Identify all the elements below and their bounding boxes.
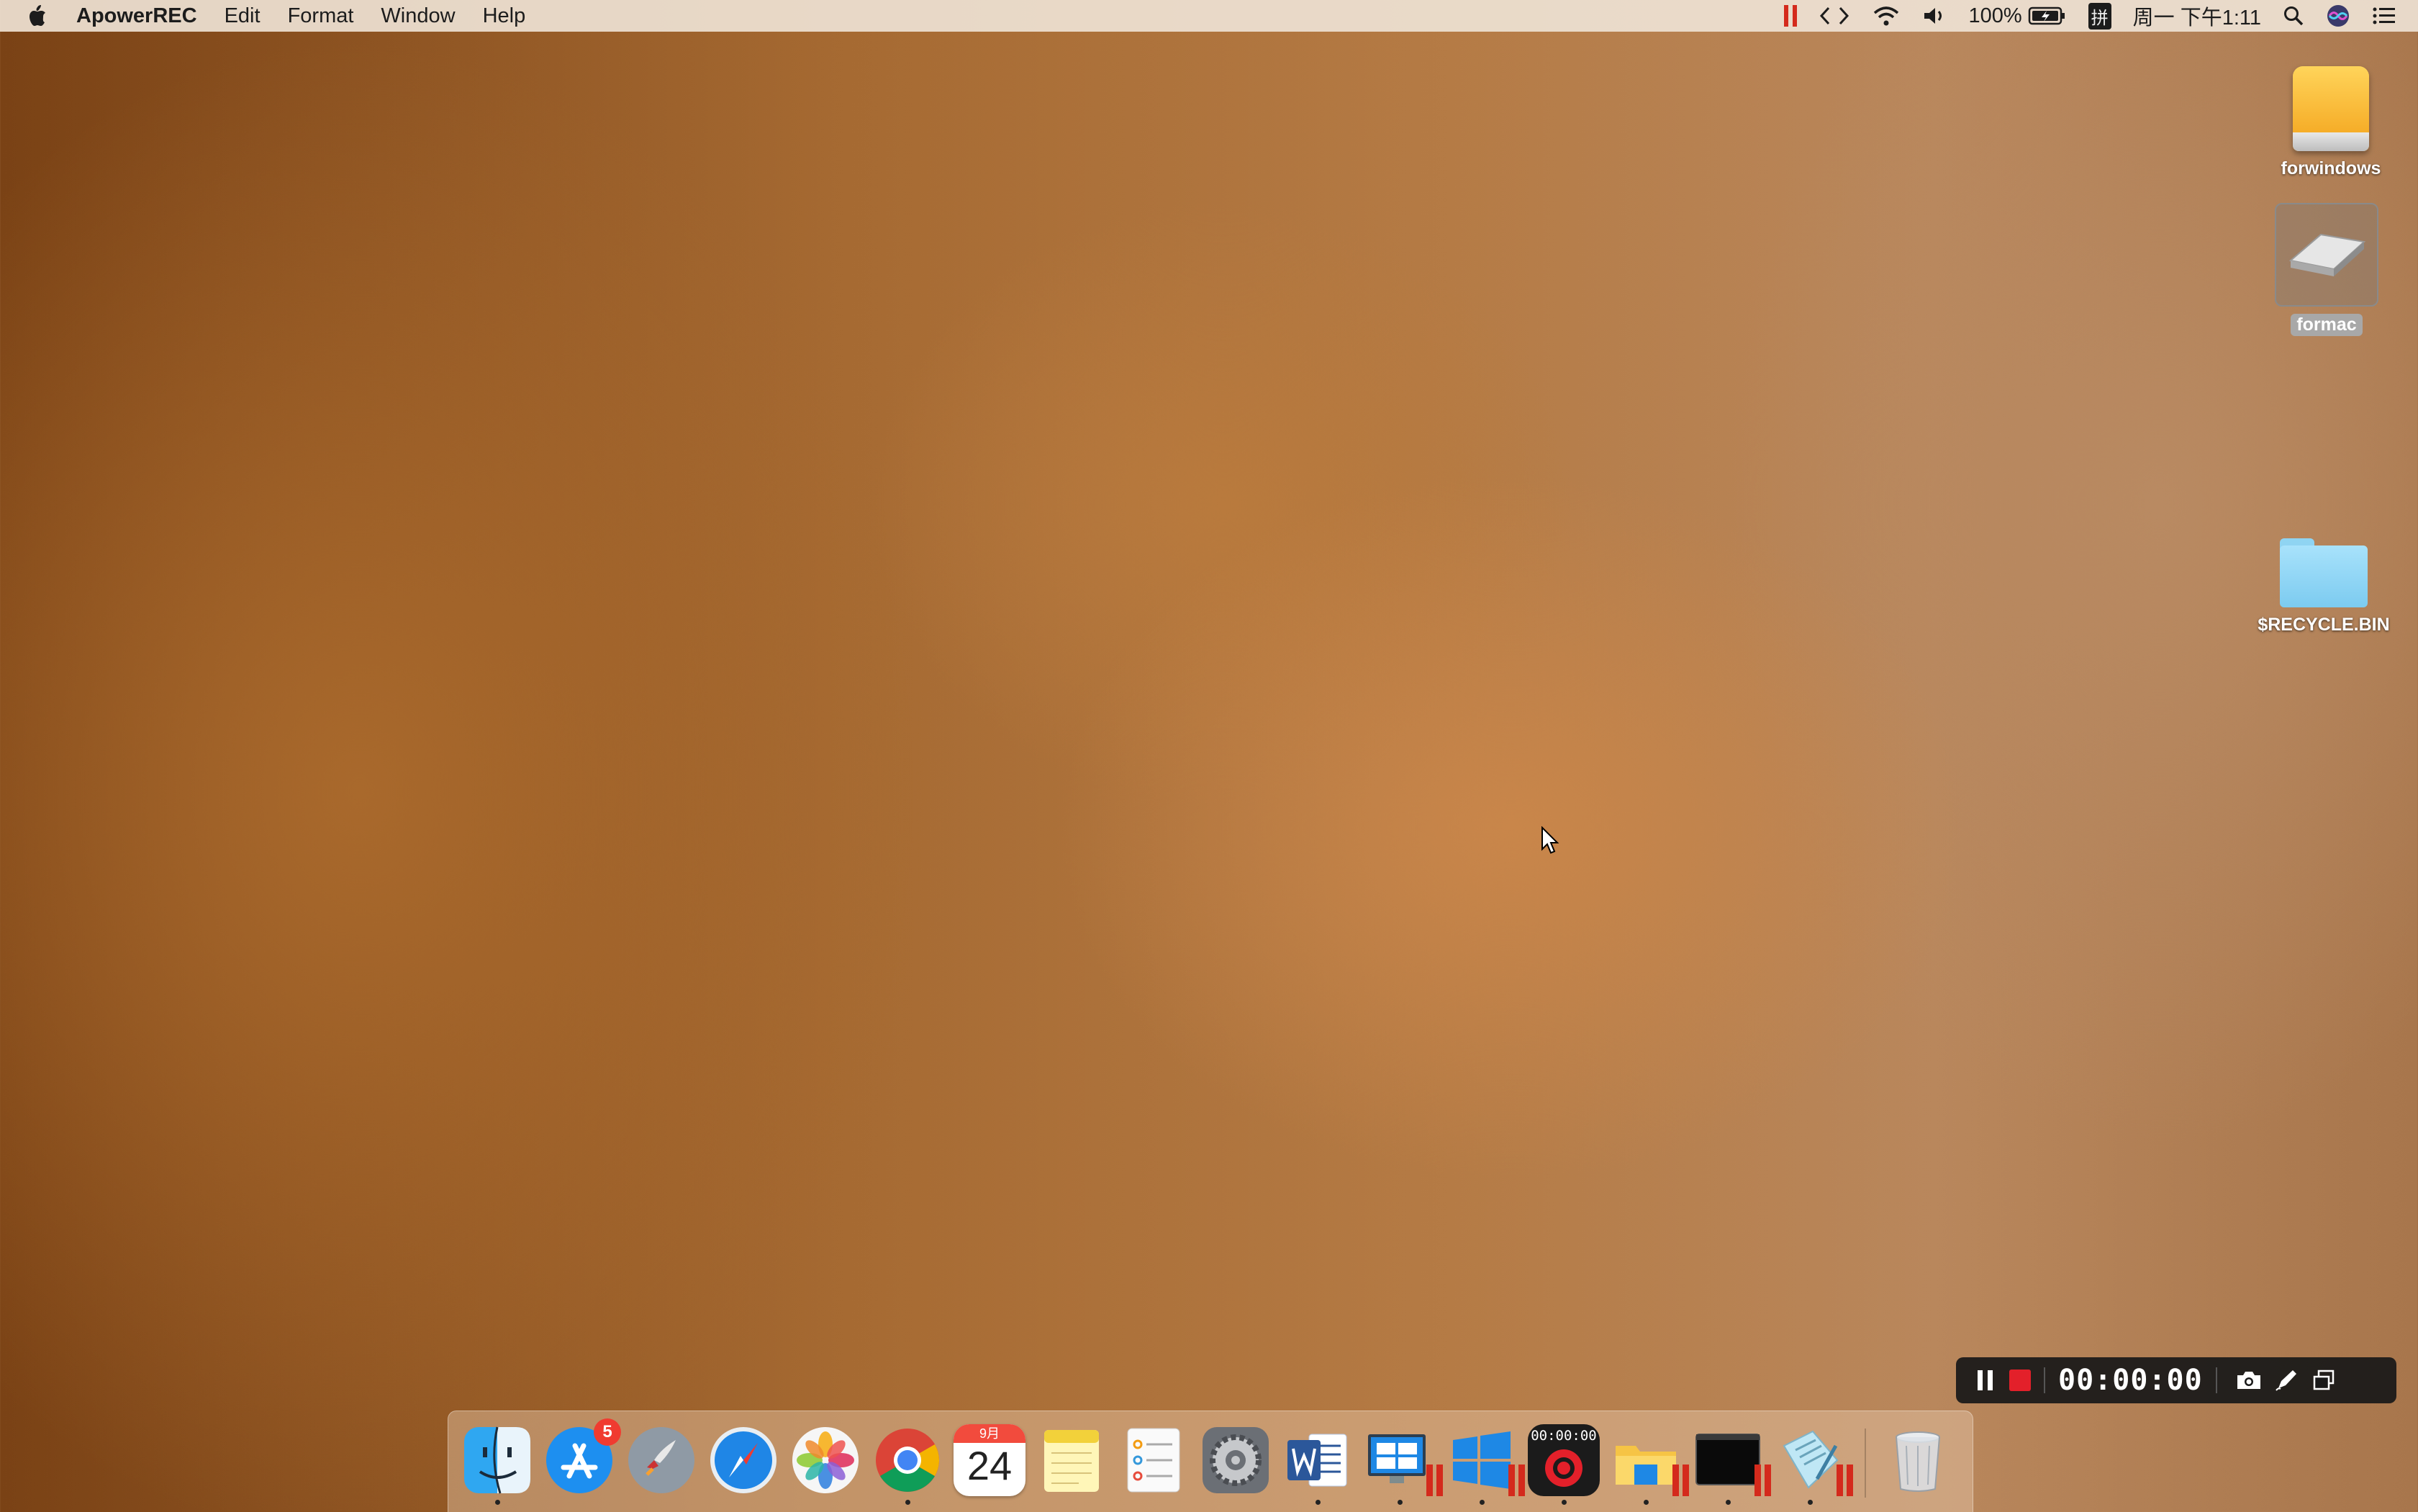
battery-percent: 100%	[1968, 4, 2022, 27]
safari-icon	[710, 1427, 776, 1493]
dock-notepad[interactable]	[1774, 1424, 1853, 1505]
dock-notes[interactable]	[1036, 1424, 1108, 1496]
menu-format[interactable]: Format	[288, 4, 354, 28]
dock-photos[interactable]	[789, 1424, 861, 1496]
selection-highlight	[2275, 203, 2378, 307]
menu-help[interactable]: Help	[483, 4, 526, 28]
recording-status-icon[interactable]	[1784, 5, 1798, 27]
calendar-month: 9月	[954, 1424, 1025, 1443]
clock[interactable]: 周一 下午1:11	[2133, 1, 2261, 31]
dock-launchpad[interactable]	[625, 1424, 697, 1496]
recording-timer: 00:00:00	[2058, 1364, 2203, 1397]
dock-system-preferences[interactable]	[1200, 1424, 1272, 1496]
photos-icon	[792, 1427, 859, 1493]
file-explorer-icon	[1616, 1446, 1676, 1485]
parallels-icon	[1672, 1465, 1689, 1496]
battery-icon[interactable]	[2028, 6, 2067, 26]
external-drive-icon	[2293, 66, 2369, 151]
launchpad-icon	[628, 1427, 694, 1493]
pen-icon	[2275, 1370, 2296, 1391]
dock-safari[interactable]	[707, 1424, 779, 1496]
recording-control-bar: 00:00:00	[1956, 1357, 2396, 1403]
apowerrec-dock-timer: 00:00:00	[1531, 1428, 1597, 1444]
desktop-icon-label: forwindows	[2281, 158, 2381, 178]
camera-icon	[2237, 1372, 2260, 1389]
notification-badge: 5	[594, 1418, 621, 1446]
parallels-icon	[1754, 1465, 1771, 1496]
dock-terminal[interactable]	[1692, 1424, 1771, 1505]
input-method-indicator[interactable]: 拼	[2088, 2, 2111, 30]
spotlight-search-icon[interactable]	[2283, 5, 2304, 27]
dock-chrome[interactable]	[871, 1424, 943, 1505]
dock-finder[interactable]	[461, 1424, 533, 1505]
dock-reminders[interactable]	[1118, 1424, 1190, 1496]
screenshot-button[interactable]	[2230, 1362, 2268, 1399]
windows-icon	[1453, 1431, 1511, 1489]
reminders-icon	[1127, 1428, 1180, 1493]
folder-icon	[2280, 538, 2368, 607]
apple-icon[interactable]	[26, 4, 47, 28]
desktop-icon-label: $RECYCLE.BIN	[2258, 615, 2390, 635]
system-preferences-icon	[1203, 1427, 1269, 1493]
dock-calendar[interactable]: 9月 24	[954, 1424, 1025, 1496]
running-indicator	[905, 1500, 910, 1505]
dock-windows-desktop[interactable]	[1364, 1424, 1443, 1505]
parallels-icon	[1508, 1465, 1525, 1496]
dock-app-store[interactable]: 5	[543, 1418, 621, 1496]
dock-separator	[1865, 1429, 1866, 1498]
chrome-icon	[876, 1429, 939, 1492]
running-indicator	[1726, 1500, 1731, 1505]
apowerrec-icon	[1545, 1449, 1582, 1487]
notepad-icon	[1783, 1430, 1839, 1489]
desktop-icon-formac[interactable]: formac	[2255, 203, 2399, 336]
menu-window[interactable]: Window	[381, 4, 455, 28]
menu-edit[interactable]: Edit	[225, 4, 261, 28]
code-brackets-icon[interactable]	[1819, 5, 1850, 27]
volume-icon[interactable]	[1922, 5, 1947, 27]
dock-apowerrec[interactable]: 00:00:00	[1528, 1424, 1600, 1505]
running-indicator	[495, 1500, 500, 1505]
stop-recording-button[interactable]	[2009, 1370, 2031, 1391]
desktop-icon-label: formac	[2291, 314, 2363, 336]
dock-windows[interactable]	[1446, 1424, 1525, 1505]
running-indicator	[1480, 1500, 1485, 1505]
toggle-window-button[interactable]	[2305, 1362, 2342, 1399]
finder-icon	[464, 1426, 530, 1494]
notes-icon	[1044, 1430, 1099, 1492]
dock-word[interactable]	[1282, 1424, 1354, 1505]
dock: 5 9月 24 00:00:00	[448, 1411, 1973, 1512]
siri-icon[interactable]	[2326, 4, 2350, 28]
terminal-icon	[1695, 1434, 1760, 1485]
running-indicator	[1316, 1500, 1321, 1505]
word-icon	[1287, 1434, 1347, 1487]
notification-center-icon[interactable]	[2372, 6, 2396, 26]
dock-file-explorer[interactable]	[1610, 1424, 1689, 1505]
mouse-cursor-icon	[1541, 826, 1559, 854]
desktop-icon-forwindows[interactable]: forwindows	[2259, 66, 2403, 179]
pause-recording-button[interactable]	[1966, 1357, 2003, 1403]
menu-bar: ApowerREC Edit Format Window Help 100% 拼…	[0, 0, 2418, 32]
menu-app-name[interactable]: ApowerREC	[76, 4, 197, 28]
desktop-icon-recycle-bin[interactable]: $RECYCLE.BIN	[2252, 538, 2396, 635]
dock-trash[interactable]	[1882, 1424, 1954, 1496]
running-indicator	[1398, 1500, 1403, 1505]
windows-desktop-icon	[1368, 1434, 1426, 1483]
running-indicator	[1562, 1500, 1567, 1505]
trash-icon	[1896, 1431, 1940, 1492]
parallels-icon	[1426, 1465, 1443, 1496]
calendar-day: 24	[966, 1443, 1013, 1488]
internal-drive-icon	[2288, 233, 2366, 276]
window-restore-icon	[2313, 1370, 2334, 1390]
divider	[2215, 1367, 2217, 1393]
annotate-button[interactable]	[2268, 1362, 2305, 1399]
running-indicator	[1644, 1500, 1649, 1505]
parallels-icon	[1837, 1465, 1853, 1496]
wifi-icon[interactable]	[1872, 5, 1901, 27]
divider	[2044, 1367, 2045, 1393]
running-indicator	[1808, 1500, 1813, 1505]
